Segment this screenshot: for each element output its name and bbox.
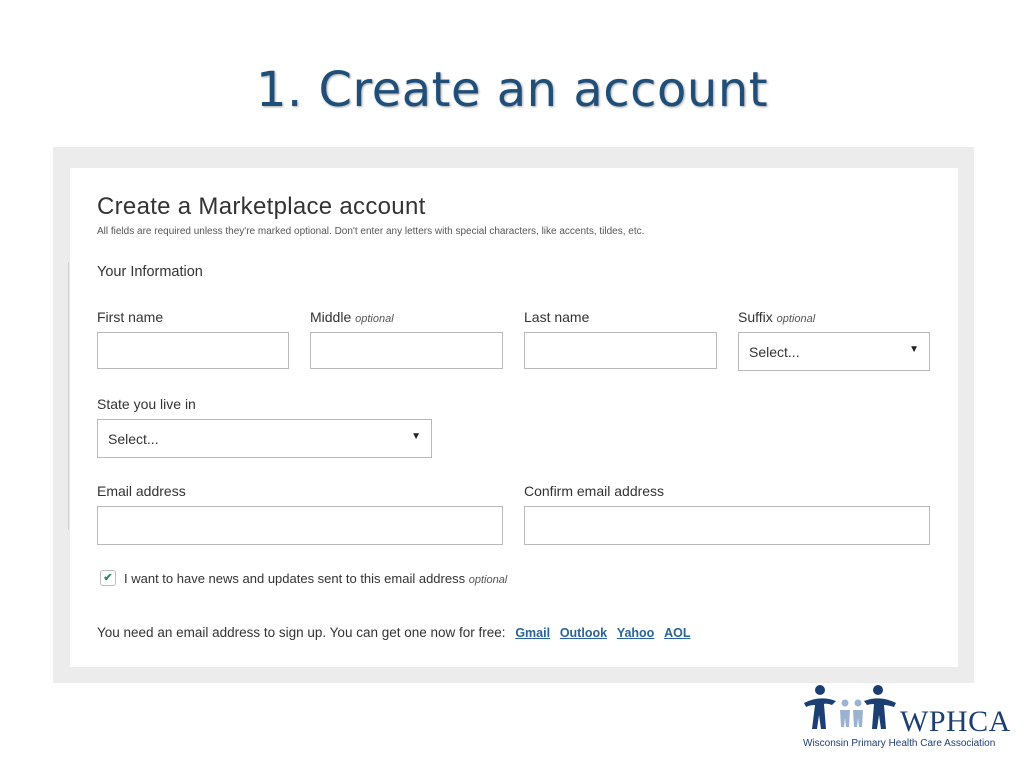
suffix-selected-value: Select... bbox=[749, 344, 800, 360]
news-checkbox-label: I want to have news and updates sent to … bbox=[124, 571, 508, 586]
aol-link[interactable]: AOL bbox=[664, 626, 690, 640]
middle-name-input[interactable] bbox=[310, 332, 503, 369]
email-input[interactable] bbox=[97, 506, 503, 545]
checkmark-icon: ✔ bbox=[103, 571, 113, 584]
divider bbox=[68, 262, 69, 530]
state-label: State you live in bbox=[97, 396, 196, 412]
last-name-label: Last name bbox=[524, 309, 590, 325]
state-selected-value: Select... bbox=[108, 431, 159, 447]
email-signup-note: You need an email address to sign up. Yo… bbox=[97, 625, 691, 640]
family-figures-icon bbox=[804, 685, 896, 729]
yahoo-link[interactable]: Yahoo bbox=[617, 626, 655, 640]
first-name-input[interactable] bbox=[97, 332, 289, 369]
account-form-card: Create a Marketplace account All fields … bbox=[70, 168, 958, 667]
logo-subtitle: Wisconsin Primary Health Care Associatio… bbox=[803, 738, 996, 749]
form-title: Create a Marketplace account bbox=[97, 193, 426, 220]
confirm-email-label: Confirm email address bbox=[524, 483, 665, 499]
outlook-link[interactable]: Outlook bbox=[560, 626, 607, 640]
last-name-input[interactable] bbox=[524, 332, 717, 369]
chevron-down-icon: ▼ bbox=[411, 431, 421, 442]
suffix-label: Suffix optional bbox=[738, 309, 816, 325]
suffix-select[interactable]: Select... ▼ bbox=[738, 332, 930, 371]
confirm-email-input[interactable] bbox=[524, 506, 930, 545]
news-checkbox[interactable]: ✔ bbox=[100, 570, 116, 586]
wphca-logo: WPHCA Wisconsin Primary Health Care Asso… bbox=[790, 683, 1020, 755]
gmail-link[interactable]: Gmail bbox=[515, 626, 550, 640]
slide-title: 1. Create an account bbox=[255, 62, 769, 118]
form-subtitle: All fields are required unless they're m… bbox=[97, 226, 645, 237]
middle-name-label: Middle optional bbox=[310, 309, 394, 325]
first-name-label: First name bbox=[97, 309, 164, 325]
section-heading: Your Information bbox=[97, 264, 203, 280]
state-select[interactable]: Select... ▼ bbox=[97, 419, 432, 458]
email-label: Email address bbox=[97, 483, 186, 499]
chevron-down-icon: ▼ bbox=[909, 344, 919, 355]
logo-wordmark: WPHCA bbox=[900, 705, 1011, 738]
